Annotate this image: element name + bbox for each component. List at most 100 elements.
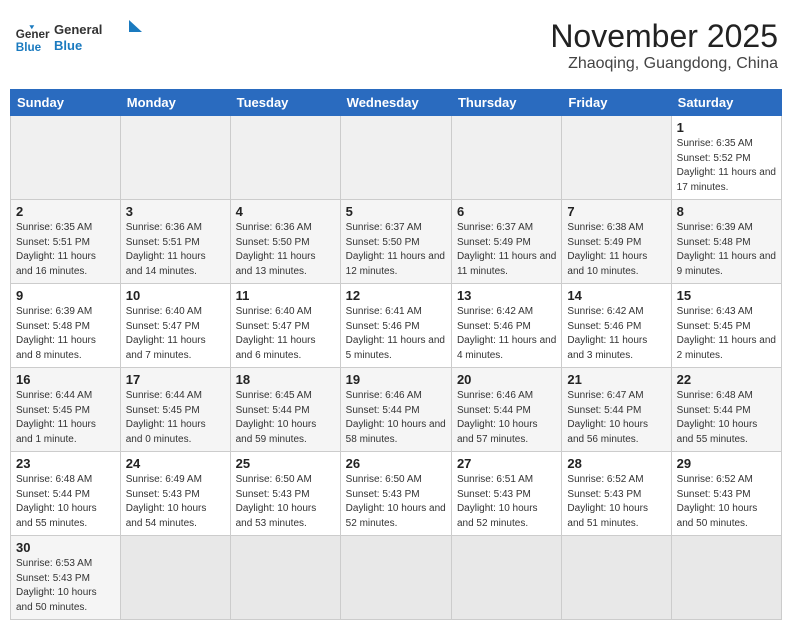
day-number: 9 bbox=[16, 288, 115, 303]
header: General Blue General Blue November 2025 … bbox=[10, 10, 782, 81]
calendar-cell bbox=[562, 536, 671, 620]
cell-sun-info: Sunrise: 6:46 AM Sunset: 5:44 PM Dayligh… bbox=[457, 389, 556, 447]
cell-sun-info: Sunrise: 6:52 AM Sunset: 5:43 PM Dayligh… bbox=[677, 473, 776, 531]
day-number: 19 bbox=[346, 372, 446, 387]
calendar-cell: 30 Sunrise: 6:53 AM Sunset: 5:43 PM Dayli… bbox=[11, 536, 121, 620]
day-number: 29 bbox=[677, 456, 776, 471]
day-number: 27 bbox=[457, 456, 556, 471]
day-number: 6 bbox=[457, 204, 556, 219]
cell-sun-info: Sunrise: 6:48 AM Sunset: 5:44 PM Dayligh… bbox=[16, 473, 115, 531]
day-number: 10 bbox=[126, 288, 225, 303]
weekday-header-friday: Friday bbox=[562, 90, 671, 116]
day-number: 2 bbox=[16, 204, 115, 219]
calendar-cell: 21Sunrise: 6:47 AM Sunset: 5:44 PM Dayli… bbox=[562, 368, 671, 452]
weekday-header-monday: Monday bbox=[120, 90, 230, 116]
calendar-cell: 19 Sunrise: 6:46 AM Sunset: 5:44 PM Dayli… bbox=[340, 368, 451, 452]
svg-text:Blue: Blue bbox=[54, 38, 82, 53]
day-number: 25 bbox=[236, 456, 335, 471]
calendar-cell: 12 Sunrise: 6:41 AM Sunset: 5:46 PM Dayli… bbox=[340, 284, 451, 368]
cell-sun-info: Sunrise: 6:52 AM Sunset: 5:43 PM Dayligh… bbox=[567, 473, 665, 531]
cell-sun-info: Sunrise: 6:41 AM Sunset: 5:46 PM Dayligh… bbox=[346, 305, 446, 363]
logo-icon: General Blue bbox=[14, 22, 50, 58]
calendar-cell: 29 Sunrise: 6:52 AM Sunset: 5:43 PM Dayli… bbox=[671, 452, 781, 536]
calendar-week-4: 16 Sunrise: 6:44 AM Sunset: 5:45 PM Dayli… bbox=[11, 368, 782, 452]
day-number: 26 bbox=[346, 456, 446, 471]
weekday-header-row: SundayMondayTuesdayWednesdayThursdayFrid… bbox=[11, 90, 782, 116]
calendar: SundayMondayTuesdayWednesdayThursdayFrid… bbox=[10, 89, 782, 620]
logo-svg: General Blue bbox=[54, 18, 144, 56]
calendar-cell bbox=[230, 536, 340, 620]
day-number: 24 bbox=[126, 456, 225, 471]
calendar-cell: 20 Sunrise: 6:46 AM Sunset: 5:44 PM Dayli… bbox=[451, 368, 561, 452]
day-number: 11 bbox=[236, 288, 335, 303]
cell-sun-info: Sunrise: 6:48 AM Sunset: 5:44 PM Dayligh… bbox=[677, 389, 776, 447]
calendar-week-3: 9 Sunrise: 6:39 AM Sunset: 5:48 PM Daylig… bbox=[11, 284, 782, 368]
calendar-cell: 26 Sunrise: 6:50 AM Sunset: 5:43 PM Dayli… bbox=[340, 452, 451, 536]
day-number: 7 bbox=[567, 204, 665, 219]
weekday-header-thursday: Thursday bbox=[451, 90, 561, 116]
day-number: 1 bbox=[677, 120, 776, 135]
cell-sun-info: Sunrise: 6:44 AM Sunset: 5:45 PM Dayligh… bbox=[16, 389, 115, 447]
calendar-cell: 28Sunrise: 6:52 AM Sunset: 5:43 PM Dayli… bbox=[562, 452, 671, 536]
calendar-cell bbox=[340, 116, 451, 200]
day-number: 15 bbox=[677, 288, 776, 303]
cell-sun-info: Sunrise: 6:46 AM Sunset: 5:44 PM Dayligh… bbox=[346, 389, 446, 447]
calendar-cell bbox=[230, 116, 340, 200]
calendar-week-5: 23 Sunrise: 6:48 AM Sunset: 5:44 PM Dayli… bbox=[11, 452, 782, 536]
logo: General Blue General Blue bbox=[14, 18, 144, 61]
svg-text:General: General bbox=[54, 22, 102, 37]
calendar-cell bbox=[340, 536, 451, 620]
calendar-cell bbox=[120, 536, 230, 620]
day-number: 14 bbox=[567, 288, 665, 303]
cell-sun-info: Sunrise: 6:53 AM Sunset: 5:43 PM Dayligh… bbox=[16, 557, 115, 615]
cell-sun-info: Sunrise: 6:50 AM Sunset: 5:43 PM Dayligh… bbox=[346, 473, 446, 531]
calendar-cell: 17Sunrise: 6:44 AM Sunset: 5:45 PM Dayli… bbox=[120, 368, 230, 452]
weekday-header-saturday: Saturday bbox=[671, 90, 781, 116]
calendar-cell: 9 Sunrise: 6:39 AM Sunset: 5:48 PM Daylig… bbox=[11, 284, 121, 368]
calendar-cell: 8Sunrise: 6:39 AM Sunset: 5:48 PM Daylig… bbox=[671, 200, 781, 284]
cell-sun-info: Sunrise: 6:44 AM Sunset: 5:45 PM Dayligh… bbox=[126, 389, 225, 447]
cell-sun-info: Sunrise: 6:49 AM Sunset: 5:43 PM Dayligh… bbox=[126, 473, 225, 531]
calendar-week-1: 1Sunrise: 6:35 AM Sunset: 5:52 PM Daylig… bbox=[11, 116, 782, 200]
calendar-week-6: 30 Sunrise: 6:53 AM Sunset: 5:43 PM Dayli… bbox=[11, 536, 782, 620]
calendar-cell: 5Sunrise: 6:37 AM Sunset: 5:50 PM Daylig… bbox=[340, 200, 451, 284]
day-number: 18 bbox=[236, 372, 335, 387]
cell-sun-info: Sunrise: 6:42 AM Sunset: 5:46 PM Dayligh… bbox=[567, 305, 665, 363]
calendar-cell: 13Sunrise: 6:42 AM Sunset: 5:46 PM Dayli… bbox=[451, 284, 561, 368]
cell-sun-info: Sunrise: 6:40 AM Sunset: 5:47 PM Dayligh… bbox=[126, 305, 225, 363]
day-number: 12 bbox=[346, 288, 446, 303]
calendar-cell: 24 Sunrise: 6:49 AM Sunset: 5:43 PM Dayli… bbox=[120, 452, 230, 536]
cell-sun-info: Sunrise: 6:45 AM Sunset: 5:44 PM Dayligh… bbox=[236, 389, 335, 447]
cell-sun-info: Sunrise: 6:39 AM Sunset: 5:48 PM Dayligh… bbox=[16, 305, 115, 363]
svg-text:Blue: Blue bbox=[16, 40, 42, 53]
day-number: 16 bbox=[16, 372, 115, 387]
cell-sun-info: Sunrise: 6:38 AM Sunset: 5:49 PM Dayligh… bbox=[567, 221, 665, 279]
calendar-cell: 23 Sunrise: 6:48 AM Sunset: 5:44 PM Dayli… bbox=[11, 452, 121, 536]
calendar-cell bbox=[120, 116, 230, 200]
day-number: 5 bbox=[346, 204, 446, 219]
calendar-cell: 2 Sunrise: 6:35 AM Sunset: 5:51 PM Daylig… bbox=[11, 200, 121, 284]
day-number: 20 bbox=[457, 372, 556, 387]
day-number: 23 bbox=[16, 456, 115, 471]
location-title: Zhaoqing, Guangdong, China bbox=[550, 55, 778, 73]
day-number: 30 bbox=[16, 540, 115, 555]
cell-sun-info: Sunrise: 6:36 AM Sunset: 5:51 PM Dayligh… bbox=[126, 221, 225, 279]
cell-sun-info: Sunrise: 6:50 AM Sunset: 5:43 PM Dayligh… bbox=[236, 473, 335, 531]
cell-sun-info: Sunrise: 6:43 AM Sunset: 5:45 PM Dayligh… bbox=[677, 305, 776, 363]
cell-sun-info: Sunrise: 6:35 AM Sunset: 5:51 PM Dayligh… bbox=[16, 221, 115, 279]
weekday-header-sunday: Sunday bbox=[11, 90, 121, 116]
calendar-cell bbox=[451, 536, 561, 620]
svg-text:General: General bbox=[16, 28, 50, 41]
calendar-cell: 1Sunrise: 6:35 AM Sunset: 5:52 PM Daylig… bbox=[671, 116, 781, 200]
weekday-header-tuesday: Tuesday bbox=[230, 90, 340, 116]
calendar-cell bbox=[11, 116, 121, 200]
calendar-cell bbox=[451, 116, 561, 200]
calendar-cell: 7 Sunrise: 6:38 AM Sunset: 5:49 PM Daylig… bbox=[562, 200, 671, 284]
day-number: 4 bbox=[236, 204, 335, 219]
day-number: 21 bbox=[567, 372, 665, 387]
month-title: November 2025 bbox=[550, 18, 778, 55]
calendar-cell bbox=[562, 116, 671, 200]
day-number: 3 bbox=[126, 204, 225, 219]
cell-sun-info: Sunrise: 6:51 AM Sunset: 5:43 PM Dayligh… bbox=[457, 473, 556, 531]
weekday-header-wednesday: Wednesday bbox=[340, 90, 451, 116]
